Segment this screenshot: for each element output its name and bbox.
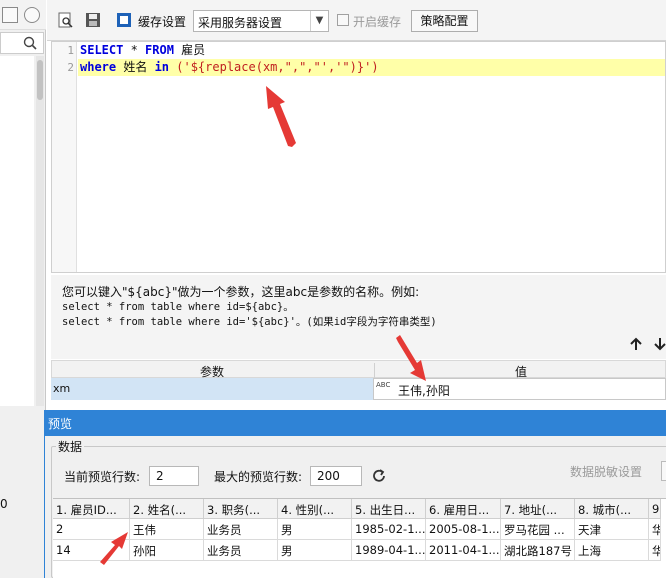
annotation-arrow-row	[100, 532, 128, 565]
annotation-arrows	[100, 86, 426, 565]
annotation-arrow-editor	[266, 86, 296, 147]
annotation-arrow-param	[396, 335, 426, 381]
app-window: 0 缓存设置 采用服务器设置 ▼ 开启缓存 策略配置 1 SELECT * FR…	[0, 0, 666, 578]
